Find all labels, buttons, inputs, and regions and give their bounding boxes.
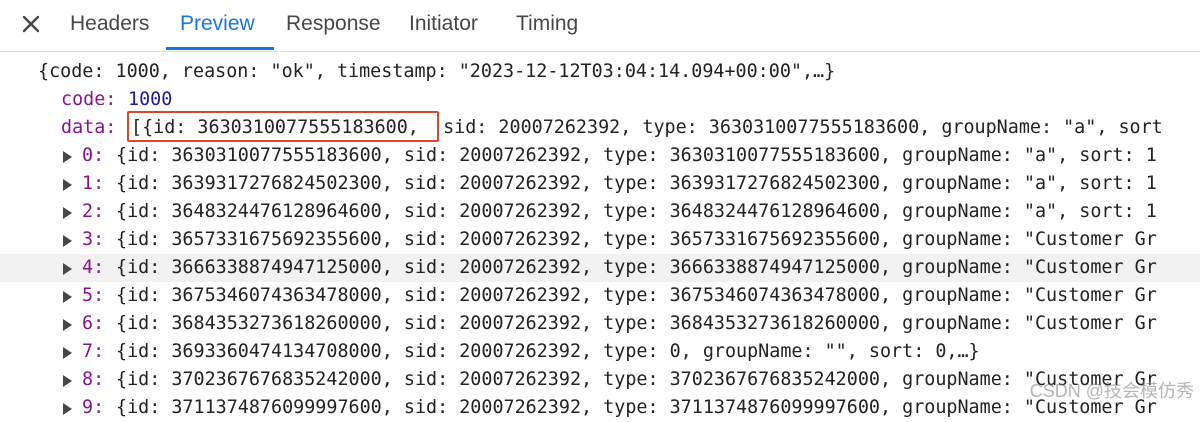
collapsed-arrow-icon[interactable]	[62, 226, 76, 254]
item-index: 1:	[82, 173, 105, 194]
code-value: 1000	[128, 89, 173, 110]
collapsed-arrow-icon[interactable]	[62, 198, 76, 226]
list-item[interactable]: 2: {id: 3648324476128964600, sid: 200072…	[0, 198, 1200, 226]
item-summary: {id: 3657331675692355600, sid: 200072623…	[116, 229, 1157, 250]
list-item[interactable]: 3: {id: 3657331675692355600, sid: 200072…	[0, 226, 1200, 254]
item-index: 5:	[82, 285, 105, 306]
root-summary: {code: 1000, reason: "ok", timestamp: "2…	[38, 61, 836, 82]
collapsed-arrow-icon[interactable]	[62, 310, 76, 338]
close-icon[interactable]	[18, 11, 44, 37]
collapsed-arrow-icon[interactable]	[62, 142, 76, 170]
item-summary: {id: 3684353273618260000, sid: 200072623…	[116, 313, 1157, 334]
item-summary: {id: 3711374876099997600, sid: 200072623…	[116, 397, 1157, 418]
data-key: data:	[61, 117, 117, 138]
list-item-hovered[interactable]: 4: {id: 3666338874947125000, sid: 200072…	[0, 254, 1200, 282]
tab-response[interactable]: Response	[286, 12, 381, 36]
list-item[interactable]: 0: {id: 3630310077555183600, sid: 200072…	[0, 142, 1200, 170]
collapsed-arrow-icon[interactable]	[62, 394, 76, 422]
item-index: 8:	[82, 369, 105, 390]
item-index: 6:	[82, 313, 105, 334]
item-summary: {id: 3666338874947125000, sid: 200072623…	[116, 257, 1157, 278]
collapsed-arrow-icon[interactable]	[62, 282, 76, 310]
list-item[interactable]: 8: {id: 3702367676835242000, sid: 200072…	[0, 366, 1200, 394]
item-index: 3:	[82, 229, 105, 250]
list-item[interactable]: 5: {id: 3675346074363478000, sid: 200072…	[0, 282, 1200, 310]
item-index: 4:	[82, 257, 105, 278]
collapsed-arrow-icon[interactable]	[62, 366, 76, 394]
expanded-arrow-icon[interactable]	[38, 114, 52, 142]
collapsed-arrow-icon[interactable]	[62, 170, 76, 198]
item-index: 2:	[82, 201, 105, 222]
tab-timing[interactable]: Timing	[516, 12, 578, 36]
item-summary: {id: 3702367676835242000, sid: 200072623…	[116, 369, 1157, 390]
data-summary-rest: sid: 20007262392, type: 3630310077555183…	[432, 117, 1163, 138]
collapsed-arrow-icon[interactable]	[62, 254, 76, 282]
active-tab-indicator	[166, 47, 274, 50]
item-summary: {id: 3630310077555183600, sid: 200072623…	[116, 145, 1157, 166]
list-item[interactable]: 6: {id: 3684353273618260000, sid: 200072…	[0, 310, 1200, 338]
item-summary: {id: 3693360474134708000, sid: 200072623…	[116, 341, 980, 362]
tab-preview[interactable]: Preview	[180, 12, 255, 36]
tree-code-row: code: 1000	[0, 86, 1200, 114]
tree-root-row[interactable]: {code: 1000, reason: "ok", timestamp: "2…	[0, 58, 1200, 86]
collapsed-arrow-icon[interactable]	[62, 338, 76, 366]
list-item[interactable]: 9: {id: 3711374876099997600, sid: 200072…	[0, 394, 1200, 422]
tab-headers[interactable]: Headers	[70, 12, 149, 36]
tab-initiator[interactable]: Initiator	[409, 12, 478, 36]
item-index: 7:	[82, 341, 105, 362]
item-summary: {id: 3675346074363478000, sid: 200072623…	[116, 285, 1157, 306]
item-summary: {id: 3639317276824502300, sid: 200072623…	[116, 173, 1157, 194]
item-index: 9:	[82, 397, 105, 418]
item-summary: {id: 3648324476128964600, sid: 200072623…	[116, 201, 1157, 222]
annotation-highlight-box	[127, 111, 439, 142]
code-key: code:	[61, 89, 117, 110]
list-item[interactable]: 7: {id: 3693360474134708000, sid: 200072…	[0, 338, 1200, 366]
list-item[interactable]: 1: {id: 3639317276824502300, sid: 200072…	[0, 170, 1200, 198]
watermark: CSDN @技会模仿秀	[1029, 381, 1194, 401]
item-index: 0:	[82, 145, 105, 166]
devtools-tabbar: Headers Preview Response Initiator Timin…	[0, 0, 1200, 52]
expanded-arrow-icon[interactable]	[18, 58, 32, 86]
